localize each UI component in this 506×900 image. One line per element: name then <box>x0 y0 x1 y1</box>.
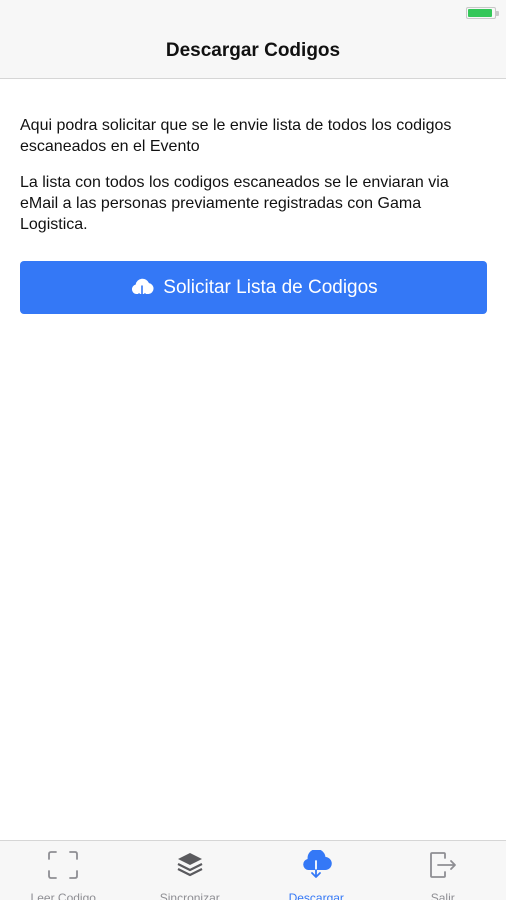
description-paragraph-2: La lista con todos los codigos escaneado… <box>20 174 449 233</box>
tab-label: Descargar <box>288 891 344 900</box>
tab-label: Leer Codigo <box>30 891 96 900</box>
status-bar <box>0 0 506 24</box>
navigation-bar: Descargar Codigos <box>0 24 506 79</box>
description-paragraph-1: Aqui podra solicitar que se le envie lis… <box>20 117 452 155</box>
layers-icon <box>173 850 207 880</box>
request-button-label: Solicitar Lista de Codigos <box>163 276 378 298</box>
cloud-download-icon <box>299 850 333 880</box>
battery-icon <box>466 7 499 19</box>
description-content: Aqui podra solicitar que se le envie lis… <box>20 115 486 235</box>
logout-icon <box>426 850 460 880</box>
cloud-download-icon <box>129 277 155 299</box>
tab-leer-codigo[interactable]: Leer Codigo <box>0 841 127 900</box>
scan-frame-icon <box>46 850 80 880</box>
tab-salir[interactable]: Salir <box>380 841 506 900</box>
request-code-list-button[interactable]: Solicitar Lista de Codigos <box>20 261 487 314</box>
tab-descargar[interactable]: Descargar <box>253 841 380 900</box>
tab-sincronizar[interactable]: Sincronizar <box>127 841 254 900</box>
tab-label: Sincronizar <box>159 891 220 900</box>
tab-label: Salir <box>430 891 455 900</box>
page-title: Descargar Codigos <box>165 40 341 61</box>
tab-bar: Leer Codigo Sincronizar Descargar Salir <box>0 840 506 900</box>
